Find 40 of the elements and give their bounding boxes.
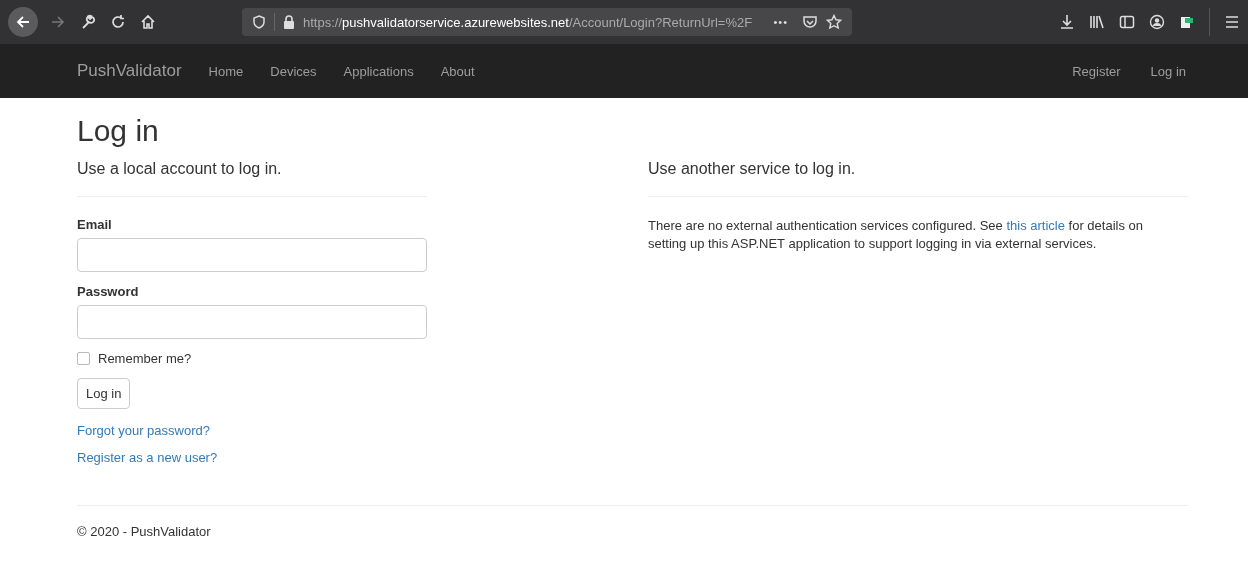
field-label: Email [77, 217, 113, 232]
account-icon[interactable] [1149, 14, 1165, 30]
page-title: Log in [77, 114, 160, 148]
star-icon[interactable] [826, 14, 842, 30]
nav-link[interactable]: About [440, 63, 475, 79]
nav-link[interactable]: Register [1072, 63, 1121, 79]
back-button[interactable] [8, 7, 38, 37]
url-text: https://pushvalidatorservice.azurewebsites.net/Account/Login?ReturnUrl=%2F [303, 14, 754, 30]
input-field[interactable] [77, 238, 427, 272]
nav-link[interactable]: Devices [270, 63, 317, 79]
brand-link[interactable]: PushValidator [77, 61, 182, 81]
nav-link[interactable]: Home [208, 63, 244, 79]
nav-link[interactable]: Applications [343, 63, 414, 79]
reload-icon[interactable] [110, 14, 126, 30]
menu-icon[interactable] [1224, 14, 1240, 30]
text-link[interactable]: Register as a new user? [77, 450, 218, 465]
section-heading: Use a local account to log in. [77, 160, 283, 178]
sidebar-icon[interactable] [1119, 14, 1135, 30]
address-bar[interactable]: https://pushvalidatorservice.azurewebsites.net/Account/Login?ReturnUrl=%2F ••• [242, 8, 852, 36]
pocket-icon[interactable] [802, 14, 818, 30]
download-icon[interactable] [1059, 14, 1075, 30]
forward-icon[interactable] [50, 14, 66, 30]
back-arrow-icon [15, 14, 31, 30]
article-link[interactable]: this article [1006, 218, 1065, 233]
field-label: Password [77, 284, 140, 299]
nav-link[interactable]: Log in [1150, 63, 1186, 79]
more-actions-button[interactable]: ••• [773, 16, 788, 28]
shield-icon [252, 15, 266, 29]
info-paragraph: There are no external authentication services configured. See this article for details on setting up this ASP.NET application to support logging in via external services. [648, 217, 1144, 253]
section-heading: Use another service to log in. [648, 160, 857, 178]
checkbox-label: Remember me? [98, 351, 192, 366]
home-icon[interactable] [140, 14, 156, 30]
remember-checkbox[interactable] [77, 352, 90, 365]
footer-text: © 2020 - PushValidator [77, 524, 212, 539]
login-button[interactable]: Log in [77, 378, 131, 409]
library-icon[interactable] [1089, 14, 1105, 30]
extension-icon[interactable] [1179, 14, 1195, 30]
input-field[interactable] [77, 305, 427, 339]
text-link[interactable]: Forgot your password? [77, 423, 210, 438]
lock-icon [283, 15, 295, 29]
